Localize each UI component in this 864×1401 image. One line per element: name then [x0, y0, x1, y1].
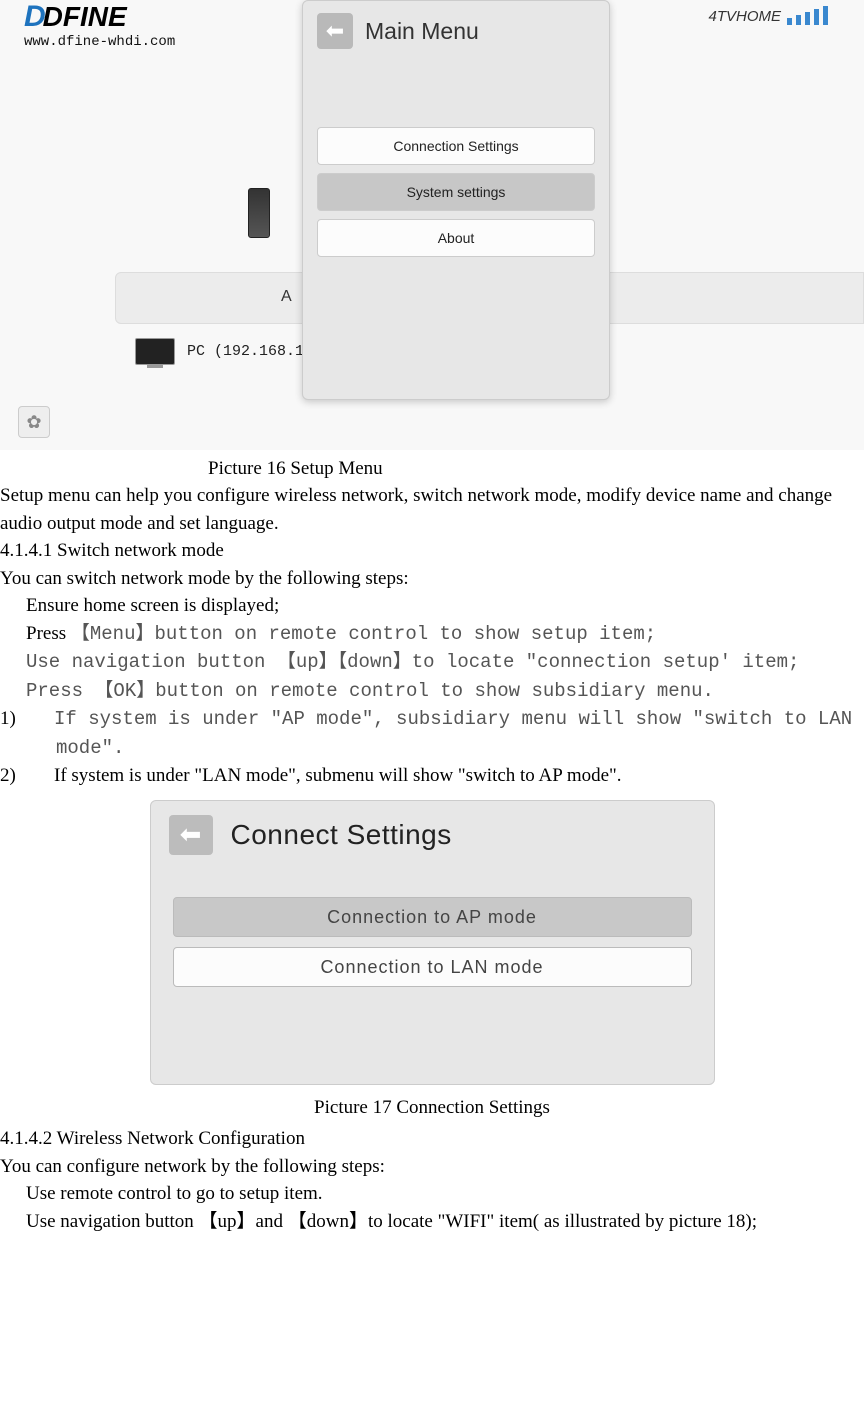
- arrow-left-icon: ⬅: [180, 820, 202, 850]
- cs-title: Connect Settings: [231, 819, 452, 851]
- signal-icon: [787, 18, 792, 25]
- signal-icon: [805, 12, 810, 25]
- popup-header: ⬅ Main Menu: [303, 1, 609, 67]
- body-text-2: 4.1.4.2 Wireless Network Configuration Y…: [0, 1123, 864, 1235]
- paragraph: Setup menu can help you configure wirele…: [0, 482, 864, 537]
- screenshot-setup-menu: DDFINE www.dfine-whdi.com 4TVHOME A PC (…: [0, 0, 864, 450]
- caption-picture16: Picture 16 Setup Menu: [0, 450, 864, 480]
- strip-letter: A: [281, 288, 292, 306]
- signal-icon: [823, 6, 828, 25]
- logo-url: www.dfine-whdi.com: [24, 34, 175, 50]
- logo-text: DDFINE: [24, 0, 175, 34]
- pc-row[interactable]: PC (192.168.10: [135, 338, 313, 365]
- remote-icon: [248, 188, 270, 238]
- pc-label: PC (192.168.10: [187, 343, 313, 360]
- section-heading: 4.1.4.2 Wireless Network Configuration: [0, 1125, 864, 1153]
- menu-item-lan-mode[interactable]: Connection to LAN mode: [173, 947, 692, 987]
- signal-icon: [796, 15, 801, 25]
- back-button[interactable]: ⬅: [317, 13, 353, 49]
- menu-item-about[interactable]: About: [317, 219, 595, 257]
- menu-item-ap-mode[interactable]: Connection to AP mode: [173, 897, 692, 937]
- menu-item-connection-settings[interactable]: Connection Settings: [317, 127, 595, 165]
- step-c: c)Use navigation button 【up】【down】to loc…: [0, 648, 864, 677]
- substep-2: 2)If system is under "LAN mode", submenu…: [0, 762, 864, 790]
- screenshot-connect-settings-wrap: ⬅ Connect Settings Connection to AP mode…: [0, 790, 864, 1093]
- screenshot-connect-settings: ⬅ Connect Settings Connection to AP mode…: [150, 800, 715, 1085]
- substep-1: 1)If system is under "AP mode", subsidia…: [0, 705, 864, 762]
- main-menu-popup: ⬅ Main Menu Connection Settings System s…: [302, 0, 610, 400]
- step2-a: a)Use remote control to go to setup item…: [0, 1180, 864, 1208]
- signal-icon: [814, 9, 819, 25]
- status-label: 4TVHOME: [708, 8, 781, 25]
- cs-header: ⬅ Connect Settings: [169, 815, 696, 855]
- gear-icon: ✿: [26, 412, 41, 433]
- paragraph: You can configure network by the followi…: [0, 1153, 864, 1181]
- status-indicator: 4TVHOME: [708, 6, 828, 25]
- back-button[interactable]: ⬅: [169, 815, 213, 855]
- monitor-icon: [135, 338, 175, 365]
- caption-picture17: Picture 17 Connection Settings: [0, 1093, 864, 1123]
- menu-item-system-settings[interactable]: System settings: [317, 173, 595, 211]
- logo-block: DDFINE www.dfine-whdi.com: [24, 0, 175, 50]
- paragraph: You can switch network mode by the follo…: [0, 565, 864, 593]
- step2-b: b)Use navigation button 【up】and 【down】to…: [0, 1208, 864, 1236]
- settings-gear-button[interactable]: ✿: [18, 406, 50, 438]
- body-text: Setup menu can help you configure wirele…: [0, 480, 864, 790]
- popup-title: Main Menu: [365, 18, 479, 45]
- step-d: d)Press 【OK】button on remote control to …: [0, 677, 864, 706]
- section-heading: 4.1.4.1 Switch network mode: [0, 537, 864, 565]
- arrow-left-icon: ⬅: [326, 18, 344, 44]
- step-a: a)Ensure home screen is displayed;: [0, 592, 864, 620]
- step-b: b)Press 【Menu】button on remote control t…: [0, 620, 864, 649]
